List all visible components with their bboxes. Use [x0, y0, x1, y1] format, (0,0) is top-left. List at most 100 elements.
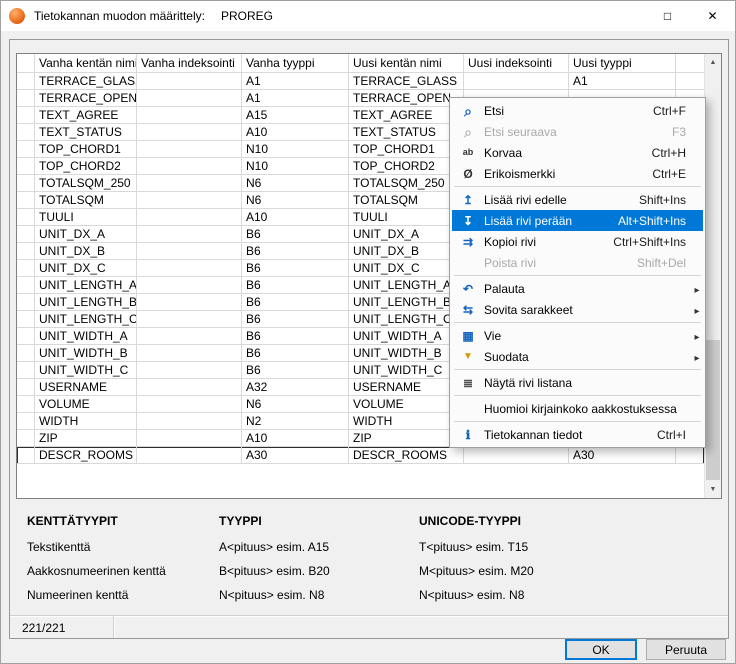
- cell-old-name[interactable]: UNIT_WIDTH_C: [35, 362, 137, 379]
- table-row[interactable]: DESCR_ROOMS A30 DESCR_ROOMS A30: [17, 447, 704, 464]
- col-header-new-type[interactable]: Uusi tyyppi: [569, 54, 676, 73]
- cell-old-type[interactable]: B6: [242, 294, 349, 311]
- cell-old-index[interactable]: [137, 311, 242, 328]
- menu-item-palauta[interactable]: ↶ Palauta: [452, 278, 703, 299]
- menu-item-vie[interactable]: ▦ Vie: [452, 325, 703, 346]
- cell-old-index[interactable]: [137, 362, 242, 379]
- cell-old-name[interactable]: DESCR_ROOMS: [35, 447, 137, 464]
- cell-new-name[interactable]: TUULI: [349, 209, 464, 226]
- cell-old-type[interactable]: B6: [242, 260, 349, 277]
- cell-old-type[interactable]: N6: [242, 192, 349, 209]
- cell-old-type[interactable]: A10: [242, 209, 349, 226]
- menu-item-erikoismerkki[interactable]: Ø Erikoismerkki Ctrl+E: [452, 163, 703, 184]
- row-margin-cell[interactable]: [17, 90, 35, 107]
- cell-new-type[interactable]: A1: [569, 73, 676, 90]
- menu-item-lisaa-rivi-edelle[interactable]: ↥ Lisää rivi edelle Shift+Ins: [452, 189, 703, 210]
- menu-item-nayta-rivi-listana[interactable]: ≣ Näytä rivi listana: [452, 372, 703, 393]
- maximize-button[interactable]: □: [645, 1, 690, 31]
- cell-new-name[interactable]: TOP_CHORD2: [349, 158, 464, 175]
- row-margin-cell[interactable]: [17, 209, 35, 226]
- menu-item-suodata[interactable]: ▼ Suodata: [452, 346, 703, 367]
- cell-old-name[interactable]: TUULI: [35, 209, 137, 226]
- cell-old-name[interactable]: TOP_CHORD1: [35, 141, 137, 158]
- col-header-new-name[interactable]: Uusi kentän nimi: [349, 54, 464, 73]
- cell-new-name[interactable]: TEXT_STATUS: [349, 124, 464, 141]
- menu-item-tietokannan-tiedot[interactable]: ℹ Tietokannan tiedot Ctrl+I: [452, 424, 703, 445]
- cell-old-type[interactable]: B6: [242, 226, 349, 243]
- ok-button[interactable]: OK: [565, 639, 637, 660]
- cell-old-name[interactable]: UNIT_WIDTH_A: [35, 328, 137, 345]
- cell-old-type[interactable]: A15: [242, 107, 349, 124]
- cell-old-index[interactable]: [137, 447, 242, 464]
- row-margin-cell[interactable]: [17, 158, 35, 175]
- cell-old-index[interactable]: [137, 413, 242, 430]
- cell-old-type[interactable]: N10: [242, 158, 349, 175]
- cell-new-name[interactable]: UNIT_LENGTH_A: [349, 277, 464, 294]
- cell-new-name[interactable]: TEXT_AGREE: [349, 107, 464, 124]
- cell-old-index[interactable]: [137, 277, 242, 294]
- cell-new-name[interactable]: TERRACE_GLASS: [349, 73, 464, 90]
- menu-item-etsi-seuraava[interactable]: ⌕ Etsi seuraava F3: [452, 121, 703, 142]
- scrollbar-thumb[interactable]: [706, 340, 720, 480]
- col-header-old-type[interactable]: Vanha tyyppi: [242, 54, 349, 73]
- cell-old-index[interactable]: [137, 430, 242, 447]
- col-header-new-index[interactable]: Uusi indeksointi: [464, 54, 569, 73]
- cell-new-type[interactable]: A30: [569, 447, 676, 464]
- cell-new-name[interactable]: USERNAME: [349, 379, 464, 396]
- cell-new-name[interactable]: VOLUME: [349, 396, 464, 413]
- row-margin-cell[interactable]: [17, 413, 35, 430]
- cell-old-index[interactable]: [137, 260, 242, 277]
- cell-old-name[interactable]: WIDTH: [35, 413, 137, 430]
- cell-old-name[interactable]: ZIP: [35, 430, 137, 447]
- cell-old-name[interactable]: UNIT_DX_C: [35, 260, 137, 277]
- cell-old-index[interactable]: [137, 141, 242, 158]
- cell-new-name[interactable]: UNIT_WIDTH_C: [349, 362, 464, 379]
- row-margin-cell[interactable]: [17, 379, 35, 396]
- col-header-old-name[interactable]: Vanha kentän nimi: [35, 54, 137, 73]
- cell-old-type[interactable]: N10: [242, 141, 349, 158]
- cell-old-type[interactable]: B6: [242, 311, 349, 328]
- row-margin-cell[interactable]: [17, 192, 35, 209]
- row-margin-cell[interactable]: [17, 73, 35, 90]
- row-margin-cell[interactable]: [17, 311, 35, 328]
- scroll-up-icon[interactable]: ▲: [705, 54, 721, 71]
- menu-item-poista-rivi[interactable]: Poista rivi Shift+Del: [452, 252, 703, 273]
- cell-old-name[interactable]: TOTALSQM_250: [35, 175, 137, 192]
- cell-new-name[interactable]: UNIT_LENGTH_C: [349, 311, 464, 328]
- row-margin-cell[interactable]: [17, 124, 35, 141]
- cell-old-name[interactable]: UNIT_LENGTH_A: [35, 277, 137, 294]
- cell-new-name[interactable]: WIDTH: [349, 413, 464, 430]
- cell-new-name[interactable]: TOTALSQM_250: [349, 175, 464, 192]
- row-margin-cell[interactable]: [17, 175, 35, 192]
- menu-item-korvaa[interactable]: ab Korvaa Ctrl+H: [452, 142, 703, 163]
- cell-old-type[interactable]: A10: [242, 124, 349, 141]
- cell-old-type[interactable]: N2: [242, 413, 349, 430]
- cell-old-name[interactable]: VOLUME: [35, 396, 137, 413]
- row-margin-cell[interactable]: [17, 294, 35, 311]
- cell-old-index[interactable]: [137, 192, 242, 209]
- cell-old-name[interactable]: UNIT_LENGTH_B: [35, 294, 137, 311]
- cancel-button[interactable]: Peruuta: [646, 639, 726, 660]
- cell-new-name[interactable]: TERRACE_OPEN: [349, 90, 464, 107]
- cell-old-type[interactable]: B6: [242, 362, 349, 379]
- row-margin-cell[interactable]: [17, 328, 35, 345]
- cell-old-type[interactable]: A1: [242, 90, 349, 107]
- cell-old-index[interactable]: [137, 124, 242, 141]
- cell-old-type[interactable]: A1: [242, 73, 349, 90]
- cell-old-index[interactable]: [137, 345, 242, 362]
- cell-old-name[interactable]: TERRACE_GLASS: [35, 73, 137, 90]
- menu-item-etsi[interactable]: ⌕ Etsi Ctrl+F: [452, 100, 703, 121]
- cell-old-type[interactable]: A10: [242, 430, 349, 447]
- cell-new-name[interactable]: UNIT_DX_C: [349, 260, 464, 277]
- row-margin-cell[interactable]: [17, 226, 35, 243]
- menu-item-lisaa-rivi-peraan[interactable]: ↧ Lisää rivi perään Alt+Shift+Ins: [452, 210, 703, 231]
- cell-new-name[interactable]: UNIT_LENGTH_B: [349, 294, 464, 311]
- col-header-old-index[interactable]: Vanha indeksointi: [137, 54, 242, 73]
- cell-old-name[interactable]: TOP_CHORD2: [35, 158, 137, 175]
- cell-old-type[interactable]: B6: [242, 345, 349, 362]
- cell-old-type[interactable]: N6: [242, 175, 349, 192]
- row-margin-cell[interactable]: [17, 277, 35, 294]
- cell-new-name[interactable]: DESCR_ROOMS: [349, 447, 464, 464]
- row-margin-cell[interactable]: [17, 243, 35, 260]
- cell-old-index[interactable]: [137, 90, 242, 107]
